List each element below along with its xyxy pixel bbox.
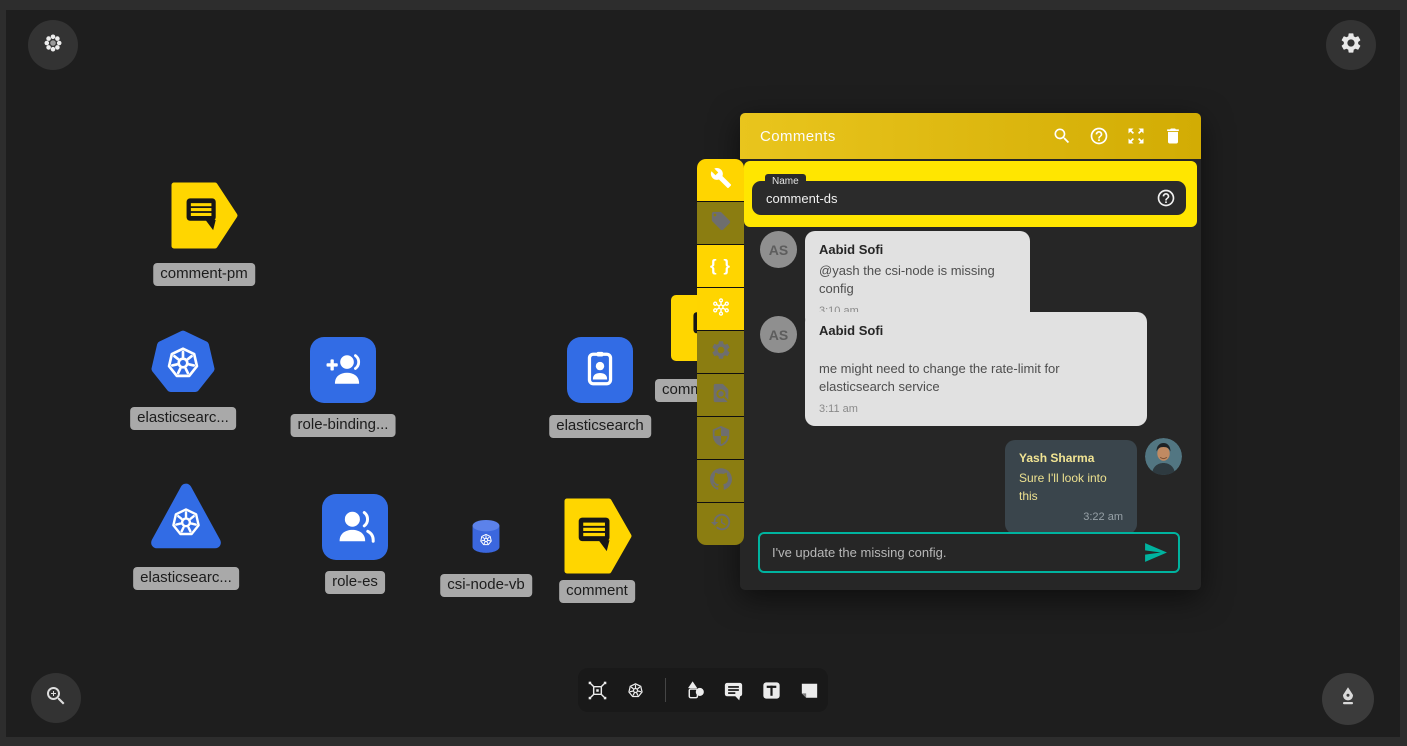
shield-icon <box>710 425 732 452</box>
people-icon <box>334 504 376 551</box>
expand-icon[interactable] <box>1126 126 1146 146</box>
mesh-icon <box>710 296 732 323</box>
kubernetes-icon[interactable] <box>624 679 647 702</box>
file-search-icon <box>710 382 732 409</box>
name-field-section: Name <box>744 161 1197 227</box>
help-circle-icon[interactable] <box>1156 188 1176 208</box>
name-input[interactable] <box>752 191 1156 206</box>
node-role-es[interactable] <box>322 494 388 560</box>
note-tool-icon[interactable] <box>798 679 821 702</box>
comments-panel-header[interactable]: Comments <box>740 113 1201 159</box>
toolbar-settings-button[interactable] <box>697 331 744 373</box>
panel-title: Comments <box>760 128 1035 145</box>
toolbar-mesh-button[interactable] <box>697 288 744 330</box>
message-text: Sure I'll look into this <box>1019 469 1123 505</box>
app-window: comment-pm elasticsearc... role-binding.… <box>0 0 1407 746</box>
node-elasticsearch-triangle[interactable] <box>148 478 224 554</box>
chat-message: Aabid Sofi me might need to change the r… <box>805 312 1147 426</box>
node-elasticsearch-heptagon[interactable] <box>148 328 218 398</box>
id-badge-icon <box>577 345 623 396</box>
toolbar-file-search-button[interactable] <box>697 374 744 416</box>
toolbar-configure-button[interactable] <box>697 159 744 201</box>
node-label: elasticsearc... <box>130 407 236 430</box>
chat-message: Yash Sharma Sure I'll look into this 3:2… <box>1005 440 1137 534</box>
help-icon[interactable] <box>1089 126 1109 146</box>
toolbar-shield-button[interactable] <box>697 417 744 459</box>
node-label: csi-node-vb <box>440 574 532 597</box>
toolbar-github-button[interactable] <box>697 460 744 502</box>
github-icon <box>710 468 732 495</box>
comments-panel: Comments Name AS Aabid Sofi @yash the cs… <box>740 113 1201 590</box>
components-icon[interactable] <box>586 679 609 702</box>
tag-icon <box>710 210 732 237</box>
message-time: 3:11 am <box>819 403 1133 415</box>
message-time: 3:22 am <box>1019 511 1123 523</box>
comment-composer <box>758 532 1180 573</box>
node-csi-node-vb[interactable] <box>469 518 503 556</box>
zoom-in-icon <box>44 684 68 713</box>
send-icon[interactable] <box>1143 540 1168 565</box>
node-label: elasticsearch <box>549 415 651 438</box>
avatar-photo <box>1145 438 1182 475</box>
message-author: Aabid Sofi <box>819 242 1016 257</box>
message-text: @yash the csi-node is missing config <box>819 262 1016 298</box>
settings-button[interactable] <box>1326 20 1376 70</box>
node-label: comment-pm <box>153 263 255 286</box>
comment-input[interactable] <box>760 545 1143 560</box>
toolbar-history-button[interactable] <box>697 503 744 545</box>
message-author: Aabid Sofi <box>819 323 1133 338</box>
node-label: elasticsearc... <box>133 567 239 590</box>
node-comment[interactable] <box>563 498 633 574</box>
person-add-icon <box>322 347 364 394</box>
name-input-box <box>752 181 1186 215</box>
braces-icon: { } <box>710 256 731 276</box>
node-comment-pm[interactable] <box>170 182 238 249</box>
app-menu-button[interactable] <box>28 20 78 70</box>
pen-nib-icon <box>1336 685 1360 714</box>
message-text: me might need to change the rate-limit f… <box>819 360 1133 396</box>
node-role-binding[interactable] <box>310 337 376 403</box>
toolbar-tag-button[interactable] <box>697 202 744 244</box>
node-action-toolbar: { } <box>697 159 744 545</box>
flower-icon <box>41 31 65 60</box>
node-label: comment <box>559 580 635 603</box>
wrench-icon <box>710 167 732 194</box>
gear-icon <box>1339 31 1363 60</box>
trash-icon[interactable] <box>1163 126 1183 146</box>
toolbar-code-button[interactable]: { } <box>697 245 744 287</box>
search-icon[interactable] <box>1052 126 1072 146</box>
pen-tool-button[interactable] <box>1322 673 1374 725</box>
message-author: Yash Sharma <box>1019 451 1123 465</box>
zoom-button[interactable] <box>31 673 81 723</box>
comment-tool-icon[interactable] <box>722 679 745 702</box>
node-label: role-es <box>325 571 385 594</box>
shape-dock <box>578 668 828 712</box>
name-field-label: Name <box>765 174 806 190</box>
dock-divider <box>665 678 666 702</box>
gear-icon <box>710 339 732 366</box>
avatar: AS <box>760 231 797 268</box>
history-icon <box>710 511 732 538</box>
text-tool-icon[interactable] <box>760 679 783 702</box>
node-elasticsearch[interactable] <box>567 337 633 403</box>
node-label: role-binding... <box>291 414 396 437</box>
avatar: AS <box>760 316 797 353</box>
shapes-icon[interactable] <box>684 679 707 702</box>
